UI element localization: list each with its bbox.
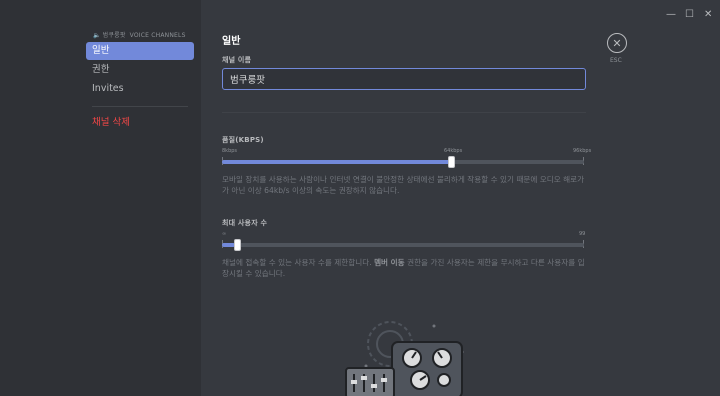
user-limit-tick-min: ∞ [222, 231, 227, 237]
settings-sidebar: 🔈 범쿠룽팟 VOICE CHANNELS 일반 권한 Invites 채널 삭제 [0, 0, 201, 396]
sidebar-item-permissions[interactable]: 권한 [86, 61, 194, 79]
channel-name-label: 채널 이름 [222, 56, 252, 64]
sidebar-item-general[interactable]: 일반 [86, 42, 194, 60]
sidebar-divider [92, 106, 188, 107]
esc-label: ESC [610, 57, 622, 64]
sidebar-item-invites[interactable]: Invites [86, 80, 194, 98]
bitrate-tick-mid: 64kbps [444, 148, 463, 154]
bitrate-description: 모바일 장치를 사용하는 사람이나 인터넷 연결이 불안정한 상태에선 불리하게… [222, 175, 585, 195]
bitrate-tick-min: 8kbps [222, 148, 238, 154]
page-title: 일반 [222, 36, 241, 47]
sidebar-nav: 🔈 범쿠룽팟 VOICE CHANNELS 일반 권한 Invites 채널 삭제 [86, 30, 194, 133]
user-limit-label: 최대 사용자 수 [222, 219, 268, 227]
user-limit-slider-track[interactable] [222, 243, 584, 247]
close-icon: ✕ [612, 36, 622, 50]
minimize-button[interactable]: — [666, 9, 676, 20]
user-limit-description: 채널에 접속할 수 있는 사용자 수를 제한합니다. 멤버 이동 권한을 가진 … [222, 257, 586, 279]
close-settings-button[interactable]: ✕ [607, 33, 627, 53]
sidebar-header: 🔈 범쿠룽팟 VOICE CHANNELS [93, 30, 194, 42]
section-divider [222, 112, 586, 113]
channel-name-input[interactable] [222, 68, 586, 90]
user-limit-desc-before: 채널에 접속할 수 있는 사용자 수를 제한합니다. [222, 258, 372, 267]
maximize-button[interactable]: ☐ [685, 9, 694, 20]
user-limit-tick-max: 99 [579, 231, 586, 237]
bitrate-slider-handle[interactable] [448, 156, 456, 168]
audio-mixer-illustration [345, 321, 464, 396]
bitrate-tick-max: 96kbps [573, 148, 592, 154]
bitrate-slider-fill [222, 160, 453, 164]
speaker-icon: 🔈 [93, 32, 101, 39]
user-limit-slider-fill [222, 243, 235, 247]
bitrate-slider-track[interactable] [222, 160, 584, 164]
sidebar-channel-name: 범쿠룽팟 [102, 32, 126, 39]
delete-channel-button[interactable]: 채널 삭제 [86, 114, 194, 132]
user-limit-slider-handle[interactable] [233, 239, 241, 251]
bitrate-label: 품질(KBPS) [222, 136, 264, 144]
move-members-permission: 멤버 이동 [374, 258, 405, 267]
sidebar-channel-type: VOICE CHANNELS [129, 32, 186, 39]
window-close-button[interactable]: ✕ [704, 9, 712, 20]
